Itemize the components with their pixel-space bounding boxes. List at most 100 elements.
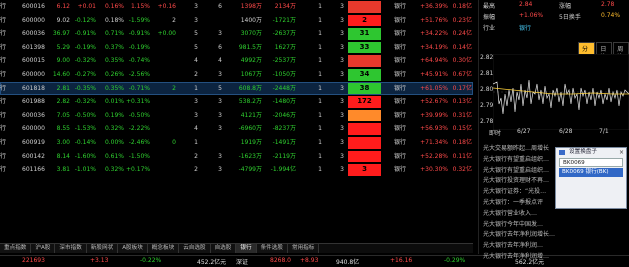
cell-n2: 4 (218, 57, 222, 65)
table-row[interactable]: 行 600015 9.00 -0.32% 0.35% -0.74% 4 4 4992万 -2537… (0, 54, 473, 68)
table-row[interactable]: 行 601166 3.81 -1.01% 0.32% +0.17% 2 3 -4799万 -1.9… (0, 163, 473, 177)
tab-item[interactable]: A股板块 (118, 244, 148, 253)
cell-n1: 2 (194, 166, 198, 174)
table-row[interactable]: 行 601988 2.82 -0.32% 0.01% +0.31% 3 3 538.2万 -148… (0, 95, 473, 109)
cell-vol: 1400万 (240, 16, 262, 24)
cell-ratio: +30.30% (420, 166, 448, 174)
cell-chg: -0.32% (74, 57, 96, 65)
cell-last: 0.31亿 (452, 111, 472, 119)
cell-icon: 行 (0, 152, 7, 160)
cell-n3: 1 (318, 138, 322, 146)
cell-n3: 1 (318, 84, 322, 92)
cell-amp: -2.56% (128, 70, 150, 78)
tab-item[interactable]: 深市指数 (55, 244, 87, 253)
close-icon[interactable]: × (619, 148, 624, 157)
cell-badge: 33 (348, 41, 381, 54)
cell-last: 0.18亿 (452, 138, 472, 146)
cell-pct: 0.71% (104, 30, 124, 38)
cell-speed (152, 41, 176, 55)
cell-industry: 银行 (394, 70, 407, 78)
cell-badge: 31 (348, 28, 381, 40)
tab-item[interactable]: 重点指数 (0, 244, 32, 253)
cell-n4: 3 (340, 43, 344, 51)
cell-amp: -1.59% (128, 16, 150, 24)
cell-badge: 3 (348, 164, 381, 176)
cell-chg: +0.01 (77, 3, 96, 10)
cell-industry: 银行 (394, 3, 407, 10)
y-tick-label: 2.79 (480, 102, 494, 109)
news-item[interactable]: 光大银行去年净利润增… (483, 252, 629, 263)
cell-icon: 行 (0, 166, 7, 174)
x-tick-label: 6/27 (517, 128, 531, 135)
quote-panel: 最高 2.84 涨幅 2.78 振幅 +1.06% 5日换手 0.74% 行业 … (478, 0, 629, 260)
intraday-mini-chart[interactable] (492, 53, 629, 131)
tab-item[interactable]: 新股网状 (86, 244, 119, 253)
table-row[interactable]: 行 601818 2.81 -0.35% 0.35% -0.71% 2 1 5 608.8万 -24… (0, 81, 473, 96)
cell-code: 600016 (22, 3, 45, 10)
quote-industry-value[interactable]: 银行 (519, 23, 531, 32)
news-item[interactable]: 光大银行去年净利润… (483, 241, 629, 252)
cell-n4: 3 (340, 84, 344, 92)
table-row[interactable]: 行 600919 3.00 -0.14% 0.00% -2.46% 0 1 1919万 -1491… (0, 136, 473, 150)
popup-title-bar[interactable]: 设置换盘子 × (556, 148, 626, 157)
cell-amp: -2.46% (128, 138, 150, 146)
quote-amplitude-value: +1.06% (519, 12, 544, 19)
cell-n2: 6 (218, 43, 222, 51)
cell-n4: 3 (340, 111, 344, 119)
tab-item[interactable]: 沪A股 (31, 244, 56, 253)
cell-amp: +0.17% (126, 166, 151, 174)
tab-item[interactable]: 概念板块 (147, 244, 180, 253)
table-row[interactable]: 行 600016 6.12 +0.01 0.16% 1.15% +0.16 3 6 1398万 21… (0, 0, 473, 14)
cell-icon: 行 (0, 98, 7, 106)
cell-pct: 0.18% (104, 16, 124, 24)
cell-code: 601988 (22, 98, 45, 106)
tab-item[interactable]: 银行 (236, 244, 257, 253)
sector-tab-bar: 重点指数 沪A股 深市指数 新股网状 A股板块 概念板块 云自选股 自选股 银行 条件选股 常用指标 (0, 243, 473, 253)
tab-item[interactable]: 常用指标 (287, 244, 320, 253)
cell-net: -1721万 (272, 16, 296, 24)
table-row[interactable]: 行 600000 8.55 -1.53% 0.32% -2.22% 4 3 -6960万 -823… (0, 122, 473, 136)
cell-price: 5.29 (56, 43, 70, 51)
quote-change-value: 2.78 (601, 1, 615, 8)
quote-amplitude-label: 振幅 (483, 14, 496, 21)
table-row[interactable]: 行 600142 8.14 -1.60% 0.61% -1.50% 2 3 -1623万 -211… (0, 150, 473, 164)
table-row[interactable]: 行 600036 36.97 -0.91% 0.71% -0.91% +0.00 5 3 3070… (0, 27, 473, 41)
cell-icon: 行 (0, 3, 7, 10)
cell-chg: -0.50% (74, 111, 96, 119)
cell-speed (152, 54, 176, 68)
cell-n1: 3 (194, 16, 198, 24)
cell-speed: 2 (172, 84, 176, 92)
cell-n2: 3 (218, 98, 222, 106)
table-row[interactable]: 行 600000 9.02 -0.12% 0.18% -1.59% 2 3 1400万 -1721… (0, 14, 473, 28)
stock-switch-popup: 设置换盘子 × BK0069 BK0069 银行(BK) (555, 147, 627, 209)
cell-n1: 1 (194, 138, 198, 146)
news-item[interactable]: 光大银行去年净利润增长… (483, 230, 629, 241)
table-row[interactable]: 行 601398 5.29 -0.19% 0.37% -0.19% 5 6 981.5万 1627… (0, 41, 473, 55)
cell-speed (152, 68, 176, 82)
table-row[interactable]: 行 600000 14.60 -0.27% 0.26% -2.56% 2 3 1067万 -105… (0, 68, 473, 82)
cell-amp: 1.15% (130, 3, 150, 10)
cell-n3: 1 (318, 70, 322, 78)
cell-last: 0.14亿 (452, 43, 472, 51)
suggestion-item[interactable]: BK0069 银行(BK) (559, 168, 623, 177)
cell-chg: -0.12% (74, 16, 96, 24)
tab-item[interactable]: 条件选股 (256, 244, 288, 253)
table-row[interactable]: 行 600036 7.05 -0.50% 0.19% -0.50% 3 3 4121万 -2046… (0, 109, 473, 123)
cell-n3: 1 (318, 57, 322, 65)
cell-n4: 3 (340, 138, 344, 146)
cell-amp: -0.71% (128, 84, 150, 92)
tab-item[interactable]: 自选股 (210, 244, 237, 253)
cell-code: 600036 (22, 30, 45, 38)
cell-n3: 1 (318, 3, 322, 10)
news-item[interactable]: 光大银行营业收入… (483, 209, 629, 220)
cell-amp: +0.31% (126, 98, 151, 106)
cell-amp: -0.74% (128, 57, 150, 65)
cell-speed (152, 109, 176, 123)
news-item[interactable]: 光大银行今年中国发… (483, 220, 629, 231)
quote-high-value: 2.84 (519, 1, 533, 8)
cell-pct: 0.37% (104, 43, 124, 51)
tab-item[interactable]: 云自选股 (179, 244, 211, 253)
stock-code-input[interactable]: BK0069 (559, 158, 623, 167)
cell-chg: -0.32% (74, 98, 96, 106)
cell-n3: 1 (318, 43, 322, 51)
